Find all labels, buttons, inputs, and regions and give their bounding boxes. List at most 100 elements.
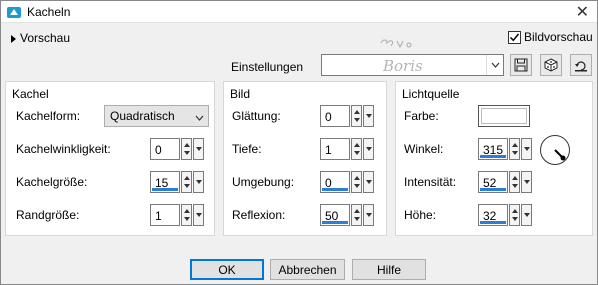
intensitaet-label: Intensität:: [404, 175, 457, 189]
checkbox-box[interactable]: [508, 30, 521, 44]
reflexion-label: Reflexion:: [232, 208, 286, 222]
angle-pointer-icon: [554, 149, 566, 161]
chevron-down-icon: [486, 55, 503, 75]
value-bar: [480, 155, 506, 158]
dropdown-arrow-icon[interactable]: [521, 204, 532, 226]
spin-arrows-icon[interactable]: [181, 171, 192, 193]
kachelwinkligkeit-input[interactable]: 0: [150, 138, 180, 160]
dropdown-arrow-icon[interactable]: [521, 138, 532, 160]
value-bar: [322, 221, 348, 224]
value-bar: [322, 188, 348, 191]
randgroesse-label: Randgröße:: [16, 208, 80, 222]
save-preset-button[interactable]: [510, 54, 532, 76]
color-fill: [481, 108, 527, 124]
tiefe-label: Tiefe:: [232, 142, 262, 156]
spin-arrows-icon[interactable]: [351, 171, 362, 193]
value-bar: [480, 221, 506, 224]
glaettung-label: Glättung:: [232, 109, 281, 123]
cancel-label: Abbrechen: [278, 262, 337, 277]
dropdown-arrow-icon[interactable]: [363, 138, 374, 160]
dropdown-arrow-icon[interactable]: [363, 171, 374, 193]
value-bar: [480, 188, 506, 191]
help-button[interactable]: Hilfe: [352, 259, 426, 280]
dropdown-arrow-icon[interactable]: [363, 105, 374, 127]
random-button[interactable]: [540, 54, 562, 76]
dropdown-arrow-icon[interactable]: [521, 171, 532, 193]
dropdown-arrow-icon[interactable]: [193, 204, 204, 226]
winkel-label: Winkel:: [404, 142, 444, 156]
spin-arrows-icon[interactable]: [351, 105, 362, 127]
tiefe-spinner[interactable]: 1: [320, 138, 375, 160]
spin-arrows-icon[interactable]: [351, 138, 362, 160]
kachel-group: Kachel Kachelform: Quadratisch Kachelwin…: [5, 81, 215, 236]
kachelform-dropdown[interactable]: Quadratisch: [104, 105, 209, 127]
watermark-logo: Boris: [369, 37, 429, 81]
glaettung-value: 0: [325, 110, 332, 124]
cancel-button[interactable]: Abbrechen: [270, 259, 345, 280]
umgebung-spinner[interactable]: 0: [320, 171, 375, 193]
kachelgroesse-label: Kachelgröße:: [16, 175, 88, 189]
bild-group: Bild Glättung: 0 Tiefe: 1 Umgebung: 0 Re…: [223, 81, 387, 236]
kacheln-dialog: Kacheln ✕ Vorschau Bildvorschau Einstell…: [0, 0, 598, 285]
umgebung-label: Umgebung:: [232, 175, 295, 189]
title-bar: Kacheln ✕: [1, 1, 597, 23]
angle-dial[interactable]: [540, 135, 570, 165]
kachelform-label: Kachelform:: [16, 109, 81, 123]
kachel-group-title: Kachel: [12, 87, 49, 101]
spin-arrows-icon[interactable]: [509, 138, 520, 160]
winkel-input[interactable]: 315: [478, 138, 508, 160]
chevron-down-icon: [195, 110, 204, 124]
kachelgroesse-input[interactable]: 15: [150, 171, 180, 193]
glaettung-input[interactable]: 0: [320, 105, 350, 127]
bildvorschau-checkbox[interactable]: Bildvorschau: [508, 30, 593, 44]
help-label: Hilfe: [376, 262, 401, 277]
bildvorschau-label: Bildvorschau: [524, 30, 593, 44]
expand-arrow-icon: [11, 34, 16, 43]
hoehe-label: Höhe:: [404, 208, 437, 222]
ok-button[interactable]: OK: [190, 259, 264, 280]
kachelwinkligkeit-label: Kachelwinkligkeit:: [16, 142, 111, 156]
tiefe-value: 1: [325, 143, 332, 157]
kachelform-value: Quadratisch: [110, 109, 175, 123]
hoehe-spinner[interactable]: 32: [478, 204, 533, 226]
reflexion-spinner[interactable]: 50: [320, 204, 375, 226]
ok-label: OK: [218, 262, 236, 277]
dropdown-arrow-icon[interactable]: [363, 204, 374, 226]
spin-arrows-icon[interactable]: [509, 204, 520, 226]
spin-arrows-icon[interactable]: [181, 138, 192, 160]
lichtquelle-group: Lichtquelle Farbe: Winkel: 315 Intensitä…: [395, 81, 593, 236]
umgebung-input[interactable]: 0: [320, 171, 350, 193]
reflexion-input[interactable]: 50: [320, 204, 350, 226]
spin-arrows-icon[interactable]: [351, 204, 362, 226]
dropdown-arrow-icon[interactable]: [193, 138, 204, 160]
dropdown-arrow-icon[interactable]: [193, 171, 204, 193]
kachelwinkligkeit-value: 0: [155, 143, 162, 157]
tiefe-input[interactable]: 1: [320, 138, 350, 160]
intensitaet-input[interactable]: 52: [478, 171, 508, 193]
kachelgroesse-spinner[interactable]: 15: [150, 171, 205, 193]
preview-expander[interactable]: Vorschau: [11, 31, 70, 45]
preview-label: Vorschau: [20, 31, 71, 45]
light-color-swatch[interactable]: [478, 105, 530, 127]
reset-icon: [575, 61, 587, 72]
randgroesse-input[interactable]: 1: [150, 204, 180, 226]
watermark-text: Boris: [382, 57, 423, 75]
hoehe-input[interactable]: 32: [478, 204, 508, 226]
app-icon: [7, 7, 21, 18]
dice-icon: [544, 58, 558, 72]
randgroesse-value: 1: [155, 209, 162, 223]
window-title: Kacheln: [27, 5, 71, 19]
intensitaet-spinner[interactable]: 52: [478, 171, 533, 193]
spin-arrows-icon[interactable]: [181, 204, 192, 226]
close-icon[interactable]: ✕: [576, 2, 589, 22]
spin-arrows-icon[interactable]: [509, 171, 520, 193]
glaettung-spinner[interactable]: 0: [320, 105, 375, 127]
kachelwinkligkeit-spinner[interactable]: 0: [150, 138, 205, 160]
checkmark-icon: [509, 33, 520, 41]
randgroesse-spinner[interactable]: 1: [150, 204, 205, 226]
bild-group-title: Bild: [230, 87, 251, 101]
reset-button[interactable]: [570, 54, 592, 76]
floppy-icon: [514, 58, 528, 72]
settings-label: Einstellungen: [231, 60, 304, 74]
winkel-spinner[interactable]: 315: [478, 138, 533, 160]
